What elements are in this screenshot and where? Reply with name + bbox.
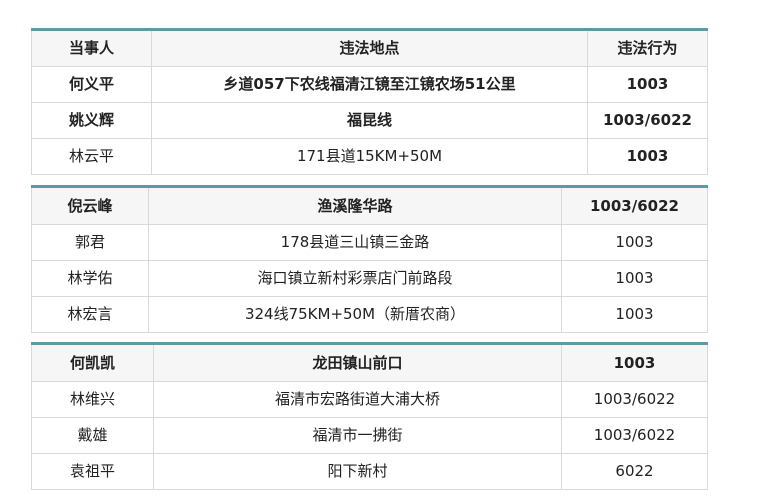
table-row: 林云平 171县道15KM+50M 1003: [31, 138, 708, 175]
table-row: 倪云峰 渔溪隆华路 1003/6022: [31, 185, 708, 225]
party-cell: 林维兴: [31, 381, 154, 418]
header-behavior: 违法行为: [587, 28, 708, 67]
party-cell: 姚义辉: [31, 102, 152, 139]
behavior-cell: 1003/6022: [561, 381, 708, 418]
location-cell: 渔溪隆华路: [148, 185, 562, 225]
party-cell: 林宏言: [31, 296, 149, 333]
party-cell: 倪云峰: [31, 185, 149, 225]
table-row: 姚义辉 福昆线 1003/6022: [31, 102, 708, 139]
table-row: 袁祖平 阳下新村 6022: [31, 453, 708, 490]
location-cell: 福清市一拂街: [153, 417, 562, 454]
violation-table-1: 当事人 违法地点 违法行为 何义平 乡道057下农线福清江镜至江镜农场51公里 …: [31, 28, 708, 175]
party-cell: 何凯凯: [31, 342, 154, 382]
behavior-cell: 1003: [561, 260, 708, 297]
table-row: 林维兴 福清市宏路街道大浦大桥 1003/6022: [31, 381, 708, 418]
behavior-cell: 1003: [561, 342, 708, 382]
location-cell: 海口镇立新村彩票店门前路段: [148, 260, 562, 297]
table-row: 郭君 178县道三山镇三金路 1003: [31, 224, 708, 261]
party-cell: 袁祖平: [31, 453, 154, 490]
behavior-cell: 1003: [561, 296, 708, 333]
table-header-row: 当事人 违法地点 违法行为: [31, 28, 708, 67]
behavior-cell: 1003/6022: [561, 417, 708, 454]
table-row: 林学佑 海口镇立新村彩票店门前路段 1003: [31, 260, 708, 297]
behavior-cell: 1003: [561, 224, 708, 261]
table-row: 戴雄 福清市一拂街 1003/6022: [31, 417, 708, 454]
location-cell: 324线75KM+50M（新厝农商）: [148, 296, 562, 333]
behavior-cell: 6022: [561, 453, 708, 490]
violation-table-3: 何凯凯 龙田镇山前口 1003 林维兴 福清市宏路街道大浦大桥 1003/602…: [31, 342, 708, 490]
party-cell: 郭君: [31, 224, 149, 261]
table-row: 何凯凯 龙田镇山前口 1003: [31, 342, 708, 382]
location-cell: 阳下新村: [153, 453, 562, 490]
location-cell: 龙田镇山前口: [153, 342, 562, 382]
table-row: 何义平 乡道057下农线福清江镜至江镜农场51公里 1003: [31, 66, 708, 103]
violation-table-2: 倪云峰 渔溪隆华路 1003/6022 郭君 178县道三山镇三金路 1003 …: [31, 185, 708, 333]
behavior-cell: 1003: [587, 138, 708, 175]
location-cell: 乡道057下农线福清江镜至江镜农场51公里: [151, 66, 588, 103]
party-cell: 何义平: [31, 66, 152, 103]
table-row: 林宏言 324线75KM+50M（新厝农商） 1003: [31, 296, 708, 333]
behavior-cell: 1003/6022: [561, 185, 708, 225]
behavior-cell: 1003/6022: [587, 102, 708, 139]
location-cell: 福清市宏路街道大浦大桥: [153, 381, 562, 418]
location-cell: 171县道15KM+50M: [151, 138, 588, 175]
party-cell: 林云平: [31, 138, 152, 175]
party-cell: 戴雄: [31, 417, 154, 454]
location-cell: 178县道三山镇三金路: [148, 224, 562, 261]
party-cell: 林学佑: [31, 260, 149, 297]
behavior-cell: 1003: [587, 66, 708, 103]
header-location: 违法地点: [151, 28, 588, 67]
location-cell: 福昆线: [151, 102, 588, 139]
header-party: 当事人: [31, 28, 152, 67]
